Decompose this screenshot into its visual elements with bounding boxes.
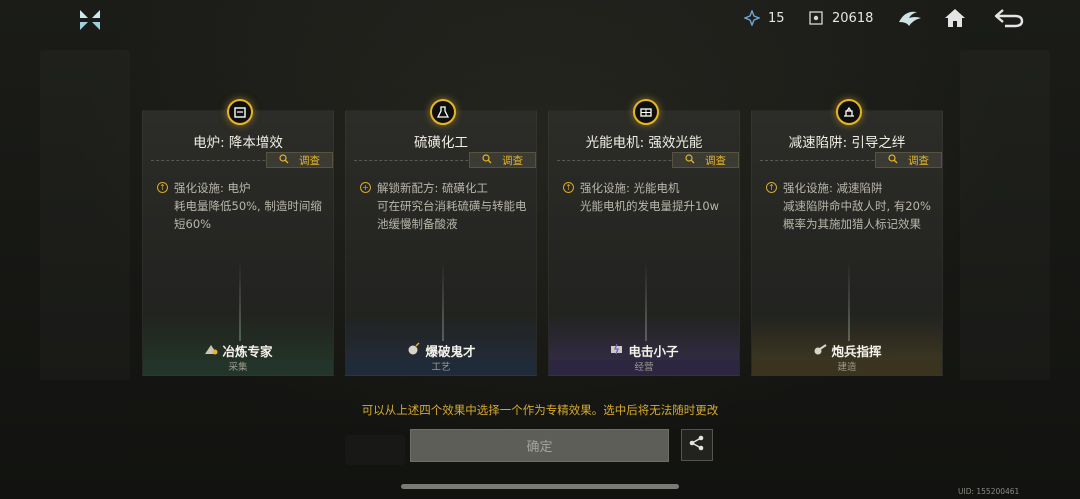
top-bar: 15 20618 bbox=[0, 0, 1080, 40]
inspect-label: 调查 bbox=[908, 154, 929, 167]
category-footer: 采集 bbox=[143, 360, 333, 375]
inspect-button[interactable]: 调查 bbox=[266, 152, 333, 168]
desc-rest: 减速陷阱命中敌人时, 有20%概率为其施加猎人标记效果 bbox=[783, 199, 931, 231]
crystal-resource: 15 bbox=[743, 9, 785, 27]
artillery-icon bbox=[812, 342, 828, 359]
background-panel bbox=[960, 50, 1050, 380]
home-button[interactable] bbox=[940, 5, 970, 35]
smelter-icon bbox=[203, 342, 219, 359]
search-icon bbox=[888, 153, 898, 167]
back-button[interactable] bbox=[992, 5, 1026, 35]
skill-label: 电击小子 bbox=[549, 341, 739, 360]
target-count: 20618 bbox=[832, 10, 874, 26]
desc-first: 强化设施: 减速陷阱 bbox=[783, 181, 883, 195]
target-resource: 20618 bbox=[808, 10, 873, 26]
inspect-button[interactable]: 调查 bbox=[469, 152, 536, 168]
desc-rest: 可在研究台消耗硫磺与转能电池缓慢制备酸液 bbox=[377, 199, 527, 231]
emblem-button[interactable] bbox=[895, 5, 925, 35]
gesture-home-bar[interactable] bbox=[401, 484, 679, 489]
emblem-icon bbox=[897, 8, 923, 32]
flask-badge-icon bbox=[430, 99, 456, 125]
inspect-label: 调查 bbox=[299, 154, 320, 167]
skill-label: 爆破鬼才 bbox=[346, 341, 536, 360]
effect-card-trap[interactable]: 减速陷阱: 引导之绊 调查 ↑ 强化设施: 减速陷阱 减速陷阱命中敌人时, 有2… bbox=[751, 99, 943, 376]
inspect-button[interactable]: 调查 bbox=[875, 152, 942, 168]
inspect-label: 调查 bbox=[502, 154, 523, 167]
target-icon bbox=[808, 10, 824, 26]
home-icon bbox=[943, 7, 967, 33]
card-title: 光能电机: 强效光能 bbox=[585, 135, 703, 151]
trap-badge-icon bbox=[836, 99, 862, 125]
unlock-icon: + bbox=[360, 182, 371, 193]
desc-first: 强化设施: 光能电机 bbox=[580, 181, 680, 195]
inspect-label: 调查 bbox=[705, 154, 726, 167]
desc-rest: 耗电量降低50%, 制造时间缩短60% bbox=[174, 199, 322, 231]
upgrade-arrow-icon: ↑ bbox=[766, 182, 777, 193]
back-arrow-icon bbox=[993, 7, 1025, 33]
card-description: ↑ 强化设施: 光能电机 光能电机的发电量提升10w bbox=[563, 179, 735, 215]
card-title: 电炉: 降本增效 bbox=[193, 135, 283, 151]
upgrade-arrow-icon: ↑ bbox=[563, 182, 574, 193]
card-title: 减速陷阱: 引导之绊 bbox=[788, 135, 906, 151]
share-button[interactable] bbox=[681, 429, 713, 461]
effect-card-furnace[interactable]: 电炉: 降本增效 调查 ↑ 强化设施: 电炉 耗电量降低50%, 制造时间缩短6… bbox=[142, 99, 334, 376]
card-description: ↑ 强化设施: 减速陷阱 减速陷阱命中敌人时, 有20%概率为其施加猎人标记效果 bbox=[766, 179, 938, 233]
category-footer: 工艺 bbox=[346, 360, 536, 375]
selection-hint: 可以从上述四个效果中选择一个作为专精效果。选中后将无法随时更改 bbox=[361, 403, 719, 417]
skill-name: 电击小子 bbox=[628, 344, 679, 359]
solar-badge-icon bbox=[633, 99, 659, 125]
card-title: 硫磺化工 bbox=[414, 135, 468, 151]
inspect-button[interactable]: 调查 bbox=[672, 152, 739, 168]
skill-label: 冶炼专家 bbox=[143, 341, 333, 360]
skill-label: 炮兵指挥 bbox=[752, 341, 942, 360]
bomb-icon bbox=[406, 342, 422, 359]
desc-first: 强化设施: 电炉 bbox=[174, 181, 251, 195]
desc-first: 解锁新配方: 硫磺化工 bbox=[377, 181, 489, 195]
card-description: ↑ 强化设施: 电炉 耗电量降低50%, 制造时间缩短60% bbox=[157, 179, 329, 233]
share-icon bbox=[688, 434, 706, 456]
confirm-label: 确定 bbox=[526, 440, 553, 455]
electric-icon bbox=[609, 342, 625, 359]
category-footer: 经营 bbox=[549, 360, 739, 375]
crystal-icon bbox=[743, 9, 761, 27]
background-panel bbox=[345, 435, 405, 465]
search-icon bbox=[279, 153, 289, 167]
desc-rest: 光能电机的发电量提升10w bbox=[580, 199, 720, 213]
user-id: UID: 155200461 bbox=[958, 487, 1020, 496]
search-icon bbox=[482, 153, 492, 167]
search-icon bbox=[685, 153, 695, 167]
category-footer: 建造 bbox=[752, 360, 942, 375]
effect-card-solar[interactable]: 光能电机: 强效光能 调查 ↑ 强化设施: 光能电机 光能电机的发电量提升10w… bbox=[548, 99, 740, 376]
effect-card-sulfur[interactable]: 硫磺化工 调查 + 解锁新配方: 硫磺化工 可在研究台消耗硫磺与转能电池缓慢制备… bbox=[345, 99, 537, 376]
confirm-button[interactable]: 确定 bbox=[410, 429, 669, 462]
skill-name: 冶炼专家 bbox=[222, 344, 273, 359]
upgrade-arrow-icon: ↑ bbox=[157, 182, 168, 193]
skill-name: 爆破鬼才 bbox=[425, 344, 476, 359]
card-description: + 解锁新配方: 硫磺化工 可在研究台消耗硫磺与转能电池缓慢制备酸液 bbox=[360, 179, 532, 233]
app-logo-icon[interactable] bbox=[76, 6, 104, 34]
background-panel bbox=[40, 50, 130, 380]
crystal-count: 15 bbox=[768, 10, 785, 26]
skill-name: 炮兵指挥 bbox=[831, 344, 882, 359]
furnace-badge-icon bbox=[227, 99, 253, 125]
